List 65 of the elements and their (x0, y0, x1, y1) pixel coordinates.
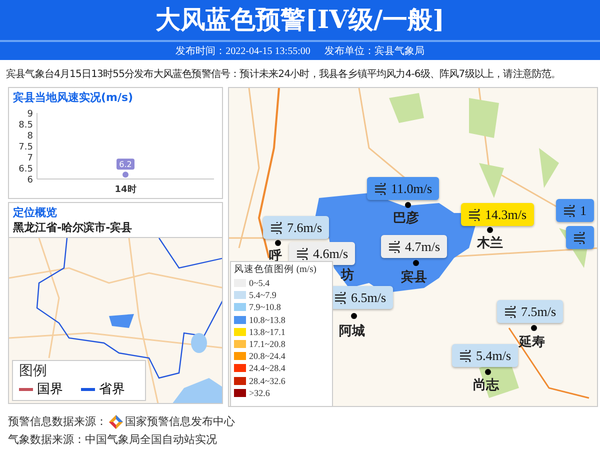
legend-title: 图例 (19, 362, 48, 380)
wind-icon (388, 240, 402, 252)
wind-speed-badge: 7.6m/s (263, 216, 330, 239)
wind-speed-badge: 4.7m/s (381, 235, 448, 258)
wind-icon (334, 292, 348, 304)
place-name: 宾县 (401, 268, 427, 286)
wind-icon (459, 350, 473, 362)
y-tick-label: 8.5 (18, 120, 33, 130)
diamond-logo-icon (109, 415, 123, 429)
legend-label: 10.8~13.8 (249, 314, 286, 325)
y-tick-label: 8 (27, 132, 34, 142)
place-name: 木兰 (477, 234, 503, 252)
legend-label: 17.1~20.8 (249, 339, 286, 350)
weather-source: 气象数据来源：中国气象局全国自动站实况 (8, 432, 218, 448)
panel-title: 定位概览 (12, 205, 58, 220)
y-tick-label: 9 (27, 110, 34, 120)
place-name: 阿城 (339, 323, 365, 340)
source-label: 预警信息数据来源： (8, 414, 107, 430)
legend-label: 7.9~10.8 (249, 302, 281, 312)
place-name: 延寿 (519, 334, 545, 351)
y-tick-label: 6.5 (18, 164, 33, 174)
wind-speed-chart: 6 6.5 7 7.5 8 8.5 9 14时 6.2 (9, 105, 223, 195)
wind-speed-badge: 11.0m/s (367, 177, 440, 200)
data-label: 6.2 (119, 160, 132, 170)
wind-icon (468, 208, 482, 220)
location-dot (275, 240, 281, 246)
wind-icon (374, 182, 388, 194)
legend-label: 国界 (37, 381, 63, 398)
legend-label: 13.8~17.1 (249, 326, 286, 337)
location-dot (487, 227, 493, 233)
legend-label: 5.4~7.9 (249, 290, 276, 300)
warning-title: 大风蓝色预警[IV级/一般] (0, 0, 600, 42)
location-dot (531, 325, 537, 331)
location-dot (405, 202, 411, 208)
wind-icon (296, 248, 310, 260)
legend-label: 0~5.4 (249, 278, 270, 288)
wind-speed-badge: 5.4m/s (452, 344, 518, 367)
legend-label: 省界 (99, 381, 125, 398)
legend-label: 28.4~32.6 (249, 376, 286, 386)
wind-speed-badge: 1 (556, 199, 594, 222)
legend-title: 风速色值图例 (m/s) (234, 263, 318, 276)
legend-label: 20.8~24.4 (249, 351, 286, 362)
x-tick-label: 14时 (114, 184, 136, 195)
legend-label: >32.6 (249, 388, 270, 398)
wind-speed-badge: 7.5m/s (497, 300, 564, 323)
place-name: 尚志 (473, 376, 499, 394)
warning-description: 宾县气象台4月15日13时55分发布大风蓝色预警信号：预计未来24小时，我县各乡镇平均风力4-6级、阵风7级以上，请注意防范。 (5, 68, 562, 82)
wind-icon (270, 222, 284, 234)
location-dot (351, 313, 357, 319)
publish-time: 发布时间：2022-04-15 13:55:00 (176, 44, 310, 58)
wind-icon (504, 306, 518, 318)
y-tick-label: 7.5 (18, 142, 33, 152)
panel-title: 宾县当地风速实况(m/s) (12, 90, 134, 105)
source-name: 国家预警信息发布中心 (125, 414, 235, 430)
y-tick-label: 6 (27, 176, 34, 186)
wind-speed-badge: 14.3m/s (461, 203, 534, 226)
legend-label: 24.4~28.4 (249, 363, 286, 374)
region-path: 黑龙江省-哈尔滨市-宾县 (12, 220, 134, 236)
wind-icon (573, 232, 587, 244)
place-name: 巴彦 (393, 210, 419, 227)
wind-icon (563, 204, 577, 216)
y-tick-label: 7 (27, 154, 33, 164)
place-name: 呼 (269, 248, 282, 264)
place-name: 坊 (341, 266, 354, 284)
publisher: 发布单位：宾县气象局 (324, 44, 424, 58)
